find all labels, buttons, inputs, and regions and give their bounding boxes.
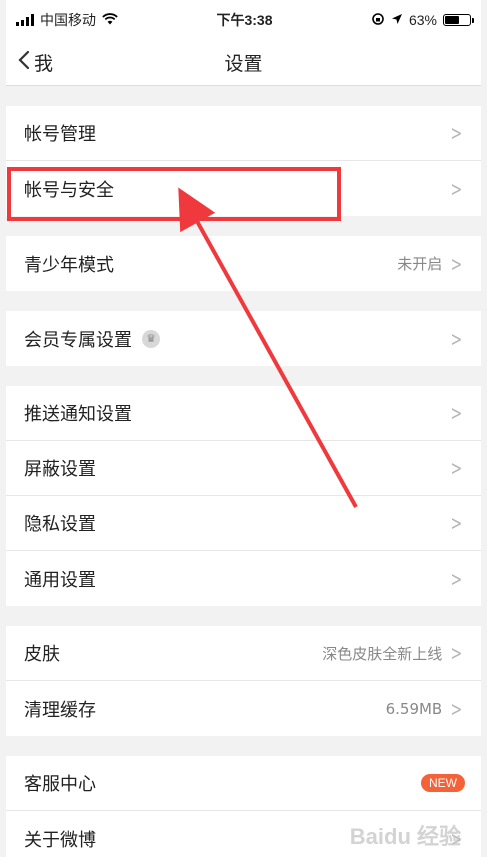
settings-row-label-wrap: 帐号与安全 <box>24 176 114 202</box>
settings-row-label-wrap: 关于微博 <box>24 826 96 852</box>
settings-row-right: NEW <box>421 774 465 792</box>
battery-icon <box>443 14 474 26</box>
chevron-right-icon: > <box>450 511 463 535</box>
settings-row-label-wrap: 青少年模式 <box>24 251 114 277</box>
chevron-right-icon: > <box>450 326 463 351</box>
chevron-right-icon: > <box>450 456 463 480</box>
settings-row-label-wrap: 清理缓存 <box>24 696 96 722</box>
settings-row[interactable]: 清理缓存 6.59MB > <box>6 681 481 736</box>
battery-percent: 63% <box>408 12 437 28</box>
settings-row-label: 会员专属设置 <box>24 329 132 351</box>
settings-row[interactable]: 青少年模式 未开启 > <box>6 236 481 291</box>
settings-row-label: 帐号与安全 <box>24 179 114 201</box>
settings-row[interactable]: 皮肤 深色皮肤全新上线 > <box>6 626 481 681</box>
rotation-lock-icon <box>371 12 385 29</box>
settings-row-label: 皮肤 <box>24 644 60 665</box>
crown-icon: ♛ <box>142 329 160 348</box>
settings-group: 会员专属设置 ♛ > <box>6 311 481 366</box>
settings-row-label: 推送通知设置 <box>24 404 132 425</box>
chevron-right-icon: > <box>450 121 463 145</box>
settings-group: 推送通知设置 > 屏蔽设置 > 隐私设置 > 通用设置 > <box>6 386 481 606</box>
settings-row-label: 隐私设置 <box>24 514 96 535</box>
settings-row-label: 客服中心 <box>24 774 96 795</box>
chevron-right-icon: > <box>450 566 463 591</box>
settings-row-right: > <box>448 456 465 480</box>
settings-row[interactable]: 推送通知设置 > <box>6 386 481 441</box>
carrier-name: 中国移动 <box>40 12 96 28</box>
settings-row[interactable]: 隐私设置 > <box>6 496 481 551</box>
settings-row-right: > <box>448 177 465 201</box>
settings-row[interactable]: 屏蔽设置 > <box>6 441 481 496</box>
settings-row-value: 未开启 <box>397 255 443 273</box>
settings-row-label: 清理缓存 <box>24 699 96 721</box>
settings-group: 青少年模式 未开启 > <box>6 236 481 291</box>
status-bar: 中国移动 下午3:38 63% <box>6 0 481 40</box>
settings-row[interactable]: 通用设置 > <box>6 551 481 606</box>
back-button[interactable]: 我 <box>18 40 53 85</box>
page-title: 设置 <box>224 53 263 75</box>
settings-row-right: 深色皮肤全新上线 > <box>322 641 465 665</box>
back-label: 我 <box>34 53 54 75</box>
settings-row-right: 未开启 > <box>397 252 465 276</box>
settings-row-label-wrap: 皮肤 <box>24 640 60 666</box>
settings-row-right: > <box>448 121 465 145</box>
settings-row-label: 青少年模式 <box>24 254 114 276</box>
settings-row-label-wrap: 通用设置 <box>24 566 96 592</box>
settings-row-right: > <box>448 567 465 591</box>
phone-screen: 中国移动 下午3:38 63% 我 设置 帐号管理 > 帐号与安全 > 青少年模式 未开启… <box>6 0 481 857</box>
settings-row-label: 屏蔽设置 <box>24 459 96 480</box>
settings-row[interactable]: 客服中心 NEW <box>6 756 481 811</box>
settings-row-value: 6.59MB <box>385 699 443 718</box>
settings-row-label: 关于微博 <box>24 829 96 851</box>
settings-row[interactable]: 会员专属设置 ♛ > <box>6 311 481 366</box>
settings-row-label: 通用设置 <box>24 569 96 591</box>
settings-row-label-wrap: 隐私设置 <box>24 510 96 536</box>
watermark: Baidu 经验 <box>349 824 461 849</box>
settings-row-right: > <box>448 511 465 535</box>
battery-fill <box>445 16 460 24</box>
signal-icon <box>16 14 34 26</box>
chevron-right-icon: > <box>450 176 463 201</box>
settings-list: 帐号管理 > 帐号与安全 > 青少年模式 未开启 > 会员专属设置 ♛ > 推送通知设置 > 屏蔽设置 >… <box>6 86 481 857</box>
chevron-right-icon: > <box>450 401 463 425</box>
settings-row-label-wrap: 客服中心 <box>24 770 96 796</box>
settings-row-label-wrap: 屏蔽设置 <box>24 455 96 481</box>
navigation-bar: 我 设置 <box>6 40 481 86</box>
settings-row-label-wrap: 推送通知设置 <box>24 400 132 426</box>
settings-row-right: > <box>448 327 465 351</box>
settings-row-right: 6.59MB > <box>386 697 465 721</box>
chevron-left-icon <box>18 50 30 75</box>
chevron-right-icon: > <box>450 641 463 665</box>
settings-row-label: 帐号管理 <box>24 124 96 145</box>
settings-group: 帐号管理 > 帐号与安全 > <box>6 106 481 216</box>
chevron-right-icon: > <box>450 696 463 721</box>
clock: 下午3:38 <box>216 12 273 28</box>
location-icon <box>391 12 403 28</box>
wifi-icon <box>102 12 118 28</box>
settings-row-right: > <box>448 401 465 425</box>
chevron-right-icon: > <box>450 251 463 276</box>
settings-row[interactable]: 帐号与安全 > <box>6 161 481 216</box>
new-badge: NEW <box>421 774 465 792</box>
settings-group: 皮肤 深色皮肤全新上线 > 清理缓存 6.59MB > <box>6 626 481 736</box>
settings-row-label-wrap: 帐号管理 <box>24 120 96 146</box>
settings-row-label-wrap: 会员专属设置 ♛ <box>24 326 160 352</box>
settings-row[interactable]: 帐号管理 > <box>6 106 481 161</box>
settings-row-value: 深色皮肤全新上线 <box>322 644 443 663</box>
